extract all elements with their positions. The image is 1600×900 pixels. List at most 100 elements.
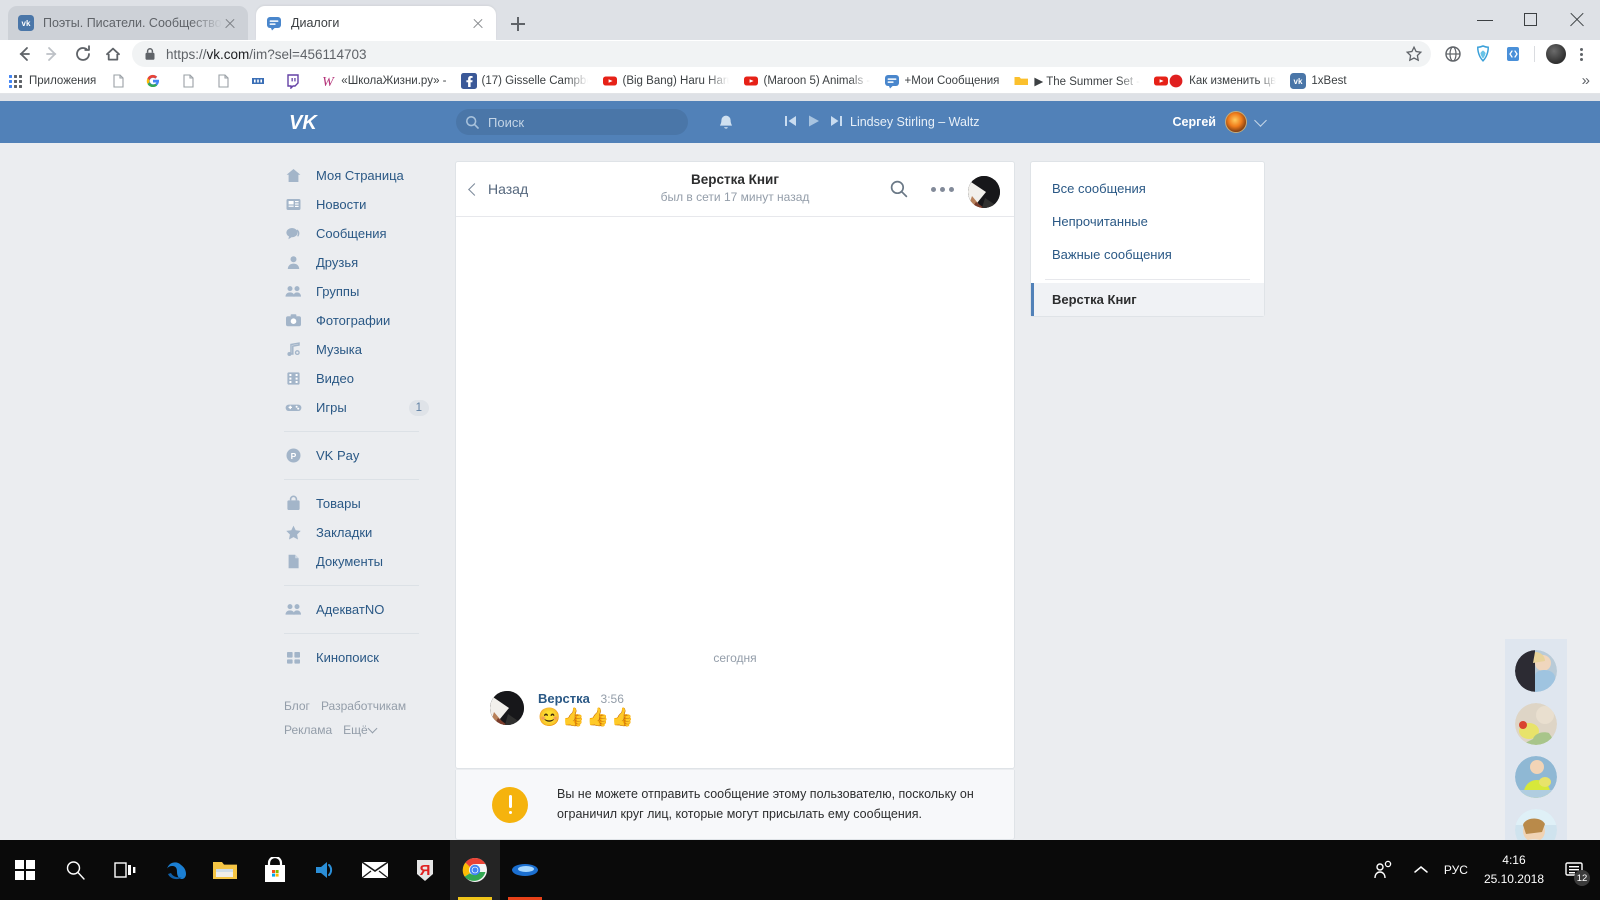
new-tab-button[interactable] bbox=[506, 12, 530, 36]
bookmark-item[interactable] bbox=[215, 73, 236, 89]
code-extension-icon[interactable] bbox=[1499, 40, 1527, 68]
search-icon[interactable] bbox=[889, 179, 909, 199]
sidebar-item-vkpay[interactable]: P VK Pay bbox=[270, 441, 433, 470]
footer-link-more[interactable]: Ещё bbox=[343, 723, 378, 737]
tab-title: Поэты. Писатели. Сообщество с bbox=[43, 16, 222, 30]
folder-all-messages[interactable]: Все сообщения bbox=[1031, 172, 1264, 205]
taskbar-yandex[interactable]: Я bbox=[400, 840, 450, 900]
profile-avatar[interactable] bbox=[1546, 44, 1566, 64]
vk-logo-icon[interactable]: VK bbox=[287, 112, 323, 134]
folder-unread[interactable]: Непрочитанные bbox=[1031, 205, 1264, 238]
folder-verstka-knig[interactable]: Верстка Книг bbox=[1031, 283, 1264, 316]
taskbar-media[interactable] bbox=[300, 840, 350, 900]
home-icon[interactable] bbox=[98, 40, 128, 68]
bookmark-vk-messages[interactable]: +Мои Сообщения bbox=[884, 73, 999, 89]
friend-avatar[interactable] bbox=[1515, 650, 1557, 692]
bookmark-item[interactable] bbox=[110, 73, 131, 89]
maximize-icon[interactable] bbox=[1508, 0, 1554, 40]
address-bar[interactable]: https://vk.com/im?sel=456114703 bbox=[132, 41, 1431, 67]
close-icon[interactable] bbox=[470, 15, 486, 31]
bookmark-label: Как изменить цв bbox=[1189, 74, 1277, 87]
bookmark-item[interactable] bbox=[250, 73, 271, 89]
peer-avatar[interactable] bbox=[968, 176, 1000, 208]
sidebar-item-news[interactable]: Новости bbox=[270, 190, 433, 219]
warning-icon bbox=[492, 786, 528, 823]
forward-icon[interactable] bbox=[38, 40, 68, 68]
bookmark-1xbest[interactable]: vk 1xBest bbox=[1290, 72, 1347, 89]
bookmark-item[interactable] bbox=[180, 73, 201, 89]
message-text: 😊👍👍👍 bbox=[538, 707, 636, 727]
close-icon[interactable] bbox=[1554, 0, 1600, 40]
bookmark-shkolazhizni[interactable]: W «ШколаЖизни.ру» - bbox=[320, 73, 446, 90]
page-icon bbox=[110, 73, 126, 89]
dots-menu-icon[interactable] bbox=[931, 187, 954, 192]
sidebar-item-games[interactable]: Игры 1 bbox=[270, 393, 433, 422]
chat-message[interactable]: Верстка 3:56 😊👍👍👍 bbox=[490, 691, 636, 728]
sidebar-item-video[interactable]: Видео bbox=[270, 364, 433, 393]
bookmark-youtube-red[interactable]: Как изменить цв bbox=[1154, 73, 1276, 89]
reload-icon[interactable] bbox=[68, 40, 98, 68]
search-input[interactable]: Поиск bbox=[456, 109, 688, 135]
message-author[interactable]: Верстка bbox=[538, 691, 590, 706]
bookmark-youtube[interactable]: (Maroon 5) Animals - bbox=[743, 73, 870, 89]
taskbar-edge[interactable] bbox=[150, 840, 200, 900]
footer-link-blog[interactable]: Блог bbox=[284, 699, 310, 713]
play-icon[interactable] bbox=[807, 114, 820, 128]
start-button[interactable] bbox=[0, 840, 50, 900]
adguard-extension-icon[interactable] bbox=[1469, 40, 1497, 68]
footer-link-developers[interactable]: Разработчикам bbox=[321, 699, 406, 713]
tray-clock[interactable]: 4:16 25.10.2018 bbox=[1478, 851, 1556, 888]
user-menu[interactable]: Сергей bbox=[1173, 111, 1267, 133]
people-share-icon[interactable] bbox=[1364, 840, 1402, 900]
taskbar-browser[interactable] bbox=[500, 840, 550, 900]
skip-back-icon[interactable] bbox=[784, 114, 797, 128]
chat-messages-area[interactable]: сегодня Верстка 3:56 😊👍👍👍 bbox=[456, 217, 1014, 769]
browser-tab-1[interactable]: vk Поэты. Писатели. Сообщество с bbox=[8, 6, 248, 40]
sidebar-item-bookmarks[interactable]: Закладки bbox=[270, 518, 433, 547]
task-view-button[interactable] bbox=[100, 840, 150, 900]
bookmark-apps[interactable]: Приложения bbox=[8, 73, 96, 89]
friend-avatar[interactable] bbox=[1515, 756, 1557, 798]
taskbar-mail[interactable] bbox=[350, 840, 400, 900]
taskbar-explorer[interactable] bbox=[200, 840, 250, 900]
minimize-icon[interactable] bbox=[1462, 0, 1508, 40]
bookmark-facebook[interactable]: (17) Gisselle Campbel bbox=[460, 72, 588, 89]
sidebar-item-adekvatno[interactable]: АдекватNO bbox=[270, 595, 433, 624]
sidebar-item-music[interactable]: Музыка bbox=[270, 335, 433, 364]
bookmark-youtube[interactable]: (Big Bang) Haru Haru bbox=[602, 73, 729, 89]
player-track-title[interactable]: Lindsey Stirling – Waltz bbox=[850, 114, 979, 129]
browser-tab-2[interactable]: Диалоги bbox=[256, 6, 496, 40]
notifications-button[interactable]: 12 bbox=[1556, 840, 1592, 900]
sidebar-item-my-page[interactable]: Моя Страница bbox=[270, 161, 433, 190]
sidebar-item-photos[interactable]: Фотографии bbox=[270, 306, 433, 335]
close-icon[interactable] bbox=[222, 15, 238, 31]
sidebar-item-groups[interactable]: Группы bbox=[270, 277, 433, 306]
conversation-folders-panel: Все сообщения Непрочитанные Важные сообщ… bbox=[1030, 161, 1265, 317]
bell-icon[interactable] bbox=[716, 113, 736, 133]
skip-forward-icon[interactable] bbox=[830, 114, 843, 128]
taskbar-search[interactable] bbox=[50, 840, 100, 900]
bookmarks-overflow-button[interactable]: » bbox=[1582, 72, 1592, 89]
bookmark-folder[interactable]: ▶ The Summer Set - bbox=[1013, 73, 1140, 89]
chevron-up-icon[interactable] bbox=[1402, 840, 1440, 900]
sidebar-item-products[interactable]: Товары bbox=[270, 489, 433, 518]
taskbar-chrome[interactable] bbox=[450, 840, 500, 900]
friend-avatar[interactable] bbox=[1515, 703, 1557, 745]
sidebar-item-friends[interactable]: Друзья bbox=[270, 248, 433, 277]
footer-link-ads[interactable]: Реклама bbox=[284, 723, 332, 737]
bookmark-star-icon[interactable] bbox=[1405, 45, 1423, 63]
bookmark-google[interactable] bbox=[145, 73, 166, 89]
svg-text:P: P bbox=[291, 451, 297, 461]
back-icon[interactable] bbox=[8, 40, 38, 68]
folder-important[interactable]: Важные сообщения bbox=[1031, 238, 1264, 271]
taskbar-store[interactable] bbox=[250, 840, 300, 900]
message-avatar[interactable] bbox=[490, 691, 524, 725]
sidebar-item-kinopoisk[interactable]: Кинопоиск bbox=[270, 643, 433, 672]
sidebar-item-messages[interactable]: Сообщения bbox=[270, 219, 433, 248]
bookmark-twitch[interactable] bbox=[285, 73, 306, 90]
friend-avatar[interactable] bbox=[1515, 809, 1557, 840]
globe-extension-icon[interactable] bbox=[1439, 40, 1467, 68]
kebab-menu-icon[interactable] bbox=[1570, 40, 1592, 68]
sidebar-item-documents[interactable]: Документы bbox=[270, 547, 433, 576]
tray-language[interactable]: РУС bbox=[1440, 861, 1478, 880]
